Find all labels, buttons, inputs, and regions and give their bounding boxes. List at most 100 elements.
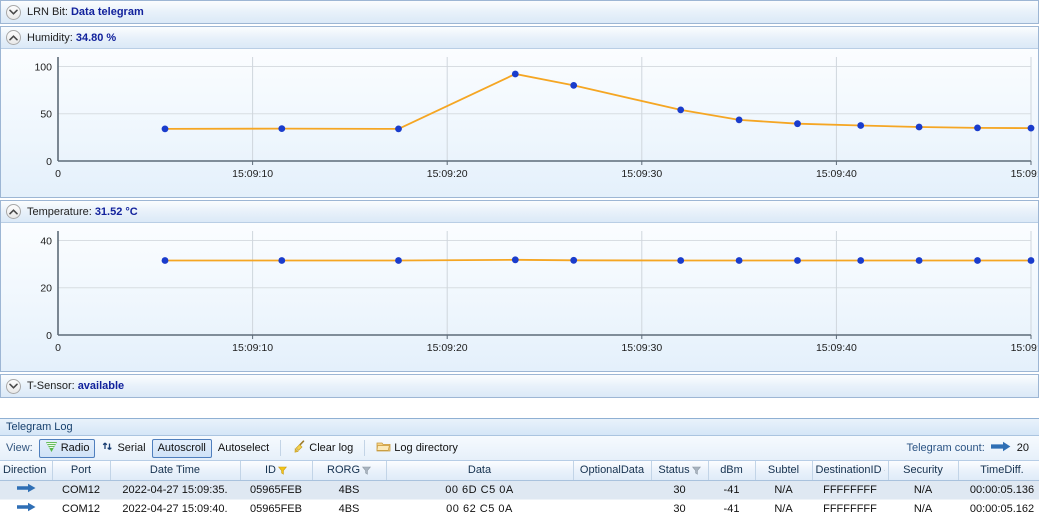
column-header-destinationid[interactable]: DestinationID (812, 461, 889, 481)
datetime-cell: 2022-04-27 15:09:40. (110, 499, 240, 518)
svg-text:15:09:20: 15:09:20 (427, 342, 468, 354)
timediff-cell: 00:00:05.136 (958, 480, 1039, 500)
svg-text:0: 0 (46, 156, 52, 168)
arrow-right-icon (990, 441, 1011, 455)
column-header-optionaldata[interactable]: OptionalData (573, 461, 652, 481)
chevron-down-icon[interactable] (6, 378, 21, 394)
log-directory-label: Log directory (394, 442, 458, 454)
column-header-label: RORG (327, 464, 360, 477)
log-directory-button[interactable]: Log directory (370, 439, 464, 458)
column-header-port[interactable]: Port (52, 461, 111, 481)
datetime-cell: 2022-04-27 15:09:35. (110, 480, 240, 500)
telegram-log-table: Direction Port Date Time ID RORG Data Optional… (0, 461, 1039, 518)
svg-text:15:09:10: 15:09:10 (232, 342, 273, 354)
view-radio-label: Radio (60, 442, 90, 454)
table-row[interactable]: COM12 2022-04-27 15:09:40. 05965FEB 4BS 00 6… (0, 499, 1039, 518)
chevron-up-icon[interactable] (6, 30, 21, 45)
humidity-chart: 0 15:09:10 15:09:20 15:09:30 15:09:40 15:09:5… (1, 49, 1038, 197)
panel-header-lrn-bit[interactable]: LRN Bit: Data telegram (1, 1, 1038, 23)
destinationid-cell: FFFFFFFF (812, 499, 888, 518)
destinationid-cell: FFFFFFFF (812, 480, 888, 500)
security-cell: N/A (888, 480, 958, 500)
optionaldata-cell (573, 480, 651, 500)
panel-temperature: Temperature: 31.52 °C 0 15:09:10 15:09:20 1… (0, 200, 1039, 372)
svg-text:40: 40 (40, 235, 52, 247)
column-header-label: dBm (720, 464, 743, 477)
svg-text:15:09:40: 15:09:40 (816, 168, 857, 180)
t-sensor-value: available (77, 380, 125, 392)
panel-header-temperature[interactable]: Temperature: 31.52 °C (1, 201, 1038, 223)
autoselect-button[interactable]: Autoselect (212, 439, 275, 458)
column-header-label: Status (658, 464, 690, 477)
autoscroll-button[interactable]: Autoscroll (151, 438, 212, 458)
chevron-down-icon[interactable] (6, 4, 21, 20)
column-header-timediff[interactable]: TimeDiff. (958, 461, 1039, 481)
broom-icon (292, 440, 306, 456)
view-radio-button[interactable]: Radio (38, 438, 96, 458)
svg-text:15:09:10: 15:09:10 (232, 168, 273, 180)
view-label: View: (6, 442, 33, 454)
toolbar-separator (364, 440, 366, 456)
subtel-cell: N/A (755, 480, 812, 500)
telegram-count: Telegram count: 20 (906, 441, 1033, 455)
panel-header-humidity[interactable]: Humidity: 34.80 % (1, 27, 1038, 49)
optionaldata-cell (573, 499, 651, 518)
status-cell: 30 (651, 480, 708, 500)
application-window: LRN Bit: Data telegram Humidity: 34.80 %… (0, 0, 1039, 518)
column-header-direction[interactable]: Direction (0, 461, 53, 481)
column-header-label: OptionalData (579, 464, 645, 477)
column-header-label: TimeDiff. (980, 464, 1024, 477)
chevron-up-icon[interactable] (6, 204, 21, 219)
panel-t-sensor: T-Sensor: available (0, 374, 1039, 398)
column-header-dbm[interactable]: dBm (708, 461, 756, 481)
column-header-label: Security (903, 464, 943, 477)
column-header-rorg[interactable]: RORG (312, 461, 387, 481)
column-header-status[interactable]: Status (651, 461, 709, 481)
arrow-right-icon (16, 502, 35, 512)
svg-text:0: 0 (46, 330, 52, 342)
table-row[interactable]: COM12 2022-04-27 15:09:35. 05965FEB 4BS 00 6… (0, 480, 1039, 500)
humidity-label: Humidity: (27, 31, 73, 44)
svg-text:15:09:50: 15:09:50 (1011, 168, 1038, 180)
column-header-data[interactable]: Data (386, 461, 574, 481)
svg-text:20: 20 (40, 283, 52, 295)
temperature-value: 31.52 °C (94, 205, 138, 218)
rorg-cell: 4BS (312, 499, 386, 518)
view-serial-button[interactable]: Serial (95, 439, 151, 458)
serial-port-icon (101, 440, 114, 456)
direction-cell (0, 480, 52, 500)
temperature-chart: 0 15:09:10 15:09:20 15:09:30 15:09:40 15:09:5… (1, 223, 1038, 371)
humidity-value: 34.80 % (75, 31, 117, 44)
filter-icon (362, 466, 371, 475)
column-header-subtel[interactable]: Subtel (755, 461, 813, 481)
view-serial-label: Serial (117, 442, 146, 454)
timediff-cell: 00:00:05.162 (958, 499, 1039, 518)
svg-text:15:09:50: 15:09:50 (1011, 342, 1038, 354)
direction-cell (0, 499, 52, 518)
temperature-chart-svg: 0 15:09:10 15:09:20 15:09:30 15:09:40 15:09:5… (40, 231, 1038, 354)
svg-text:15:09:30: 15:09:30 (621, 168, 662, 180)
port-cell: COM12 (52, 499, 110, 518)
clear-log-button[interactable]: Clear log (286, 439, 359, 458)
clear-log-label: Clear log (309, 442, 354, 454)
svg-text:15:09:30: 15:09:30 (621, 342, 662, 354)
column-header-label: Data (467, 464, 492, 477)
dbm-cell: -41 (708, 499, 755, 518)
autoscroll-label: Autoscroll (157, 442, 206, 454)
svg-text:0: 0 (55, 168, 61, 180)
column-header-label: ID (265, 464, 276, 477)
column-header-label: Direction (3, 464, 47, 477)
column-header-label: Port (70, 464, 92, 477)
column-header-security[interactable]: Security (888, 461, 959, 481)
id-cell: 05965FEB (240, 499, 312, 518)
column-header-date-time[interactable]: Date Time (110, 461, 241, 481)
column-header-id[interactable]: ID (240, 461, 313, 481)
autoselect-label: Autoselect (217, 442, 270, 454)
svg-text:100: 100 (34, 61, 52, 73)
lrn-bit-label: LRN Bit: (27, 6, 68, 18)
telegram-count-label: Telegram count: (906, 442, 985, 454)
panel-header-t-sensor[interactable]: T-Sensor: available (1, 375, 1038, 397)
table-body: COM12 2022-04-27 15:09:35. 05965FEB 4BS 00 6… (0, 480, 1039, 518)
radio-antenna-icon (45, 440, 58, 456)
subtel-cell: N/A (755, 499, 812, 518)
